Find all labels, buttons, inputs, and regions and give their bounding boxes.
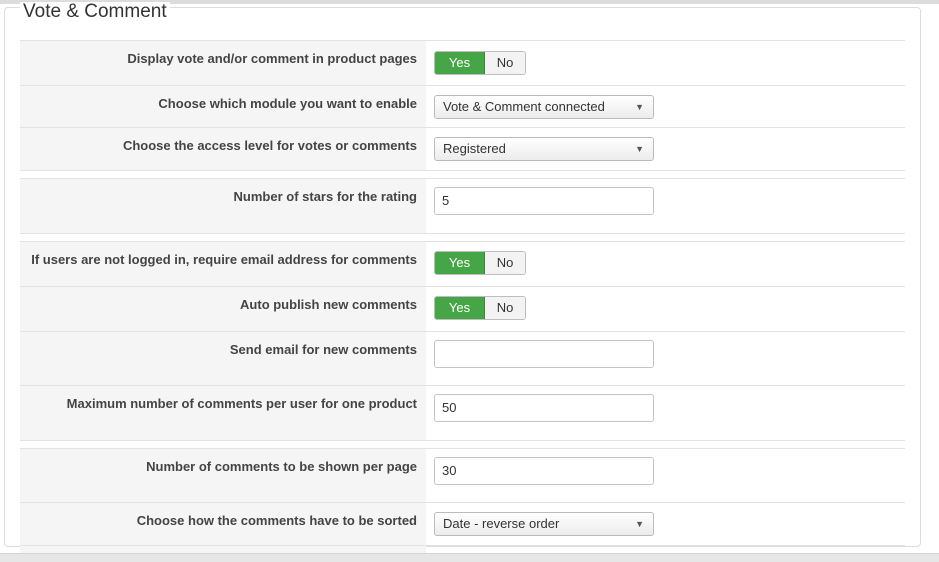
access-level-select[interactable]: Registered ▼ <box>434 137 654 161</box>
fieldset-legend: Vote & Comment <box>20 2 170 22</box>
select-value: Date - reverse order <box>443 516 560 531</box>
divider <box>20 440 905 441</box>
row-comments-sort: Choose how the comments have to be sorte… <box>20 502 905 545</box>
row-label: Choose how the comments have to be sorte… <box>136 513 417 528</box>
row-label: Maximum number of comments per user for … <box>66 396 417 411</box>
auto-publish-toggle[interactable]: Yes No <box>434 296 526 320</box>
row-send-email: Send email for new comments <box>20 331 905 385</box>
send-email-input[interactable] <box>434 340 654 368</box>
no-button[interactable]: No <box>485 252 525 274</box>
row-access-level: Choose the access level for votes or com… <box>20 127 905 170</box>
caret-down-icon: ▼ <box>635 102 644 112</box>
sort-order-select[interactable]: Date - reverse order ▼ <box>434 512 654 536</box>
no-button[interactable]: No <box>485 297 525 319</box>
display-vote-toggle[interactable]: Yes No <box>434 51 526 75</box>
yes-button[interactable]: Yes <box>435 297 485 319</box>
row-label: If users are not logged in, require emai… <box>31 252 417 267</box>
select-value: Vote & Comment connected <box>443 99 605 114</box>
select-value: Registered <box>443 141 506 156</box>
divider <box>20 233 905 234</box>
row-label: Number of stars for the rating <box>233 189 417 204</box>
row-stars-number: Number of stars for the rating 5 <box>20 178 905 233</box>
row-partial <box>20 545 905 553</box>
require-email-toggle[interactable]: Yes No <box>434 251 526 275</box>
row-comments-per-page: Number of comments to be shown per page … <box>20 448 905 502</box>
row-module-enable: Choose which module you want to enable V… <box>20 85 905 127</box>
row-auto-publish: Auto publish new comments Yes No <box>20 286 905 331</box>
row-label: Choose which module you want to enable <box>158 96 417 111</box>
module-select[interactable]: Vote & Comment connected ▼ <box>434 95 654 119</box>
row-require-email: If users are not logged in, require emai… <box>20 241 905 286</box>
max-comments-input[interactable]: 50 <box>434 394 654 422</box>
stars-input[interactable]: 5 <box>434 187 654 215</box>
yes-button[interactable]: Yes <box>435 252 485 274</box>
row-display-vote-comment: Display vote and/or comment in product p… <box>20 40 905 85</box>
row-label: Display vote and/or comment in product p… <box>127 51 417 66</box>
caret-down-icon: ▼ <box>635 144 644 154</box>
row-label: Choose the access level for votes or com… <box>122 138 417 153</box>
row-max-comments: Maximum number of comments per user for … <box>20 385 905 440</box>
yes-button[interactable]: Yes <box>435 52 485 74</box>
row-label: Auto publish new comments <box>240 297 417 312</box>
row-label: Send email for new comments <box>229 342 417 357</box>
comments-per-page-input[interactable]: 30 <box>434 457 654 485</box>
no-button[interactable]: No <box>485 52 525 74</box>
row-label: Number of comments to be shown per page <box>146 459 417 474</box>
divider <box>20 170 905 171</box>
caret-down-icon: ▼ <box>635 519 644 529</box>
